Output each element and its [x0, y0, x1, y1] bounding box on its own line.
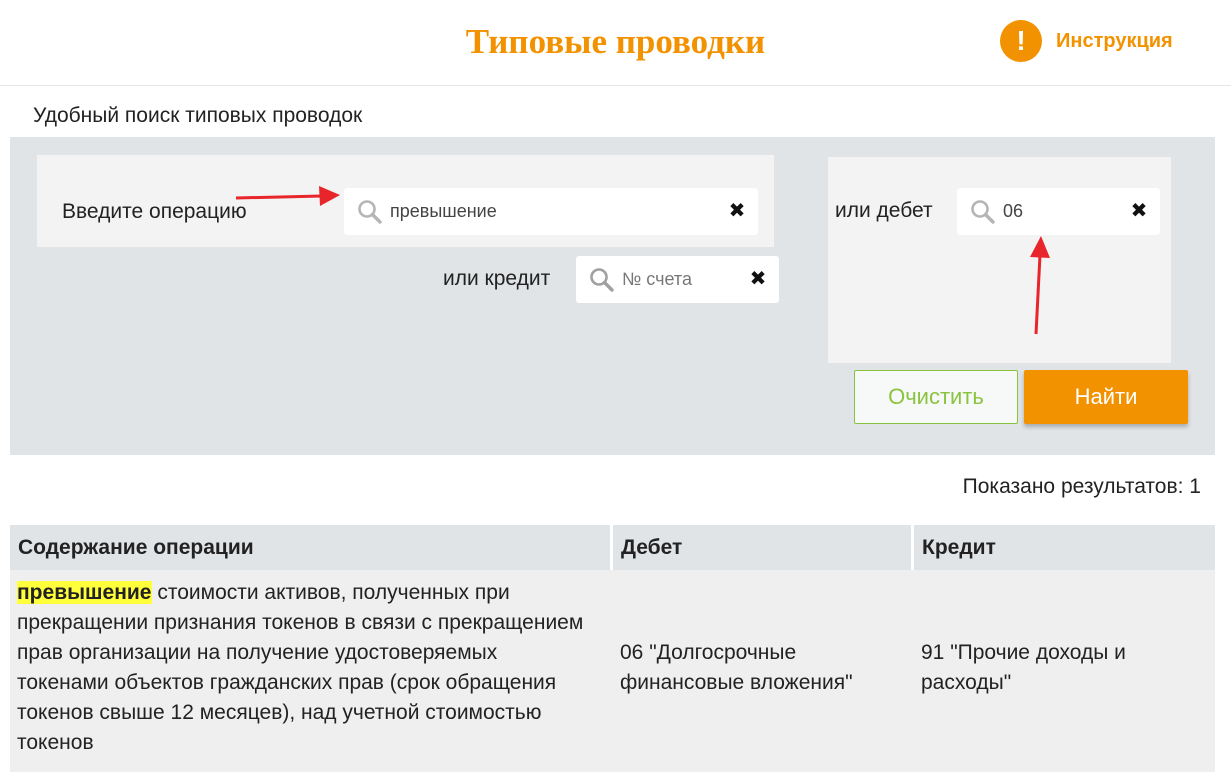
clear-icon[interactable]: ✖: [1130, 201, 1148, 221]
clear-icon[interactable]: ✖: [728, 201, 746, 221]
operation-label: Введите операцию: [62, 200, 247, 223]
instruction-link[interactable]: ! Инструкция: [1000, 20, 1173, 62]
credit-label: или кредит: [443, 267, 551, 290]
operation-input[interactable]: превышение ✖: [344, 188, 758, 235]
header-operation: Содержание операции: [10, 525, 610, 570]
page-header: Типовые проводки ! Инструкция: [0, 0, 1231, 86]
cell-operation: превышение стоимости активов, полученных…: [17, 578, 592, 758]
table-header: Содержание операции Дебет Кредит: [10, 525, 1215, 570]
debit-input-value: 06: [1003, 201, 1024, 221]
search-highlight: превышение: [17, 581, 152, 604]
search-icon: [971, 200, 995, 224]
clear-button[interactable]: Очистить: [854, 370, 1018, 424]
header-debit: Дебет: [613, 525, 911, 570]
exclamation-icon: !: [1000, 20, 1042, 62]
clear-icon[interactable]: ✖: [749, 269, 767, 289]
search-panel: Введите операцию превышение ✖ или дебет …: [10, 137, 1215, 455]
table-row: превышение стоимости активов, полученных…: [10, 570, 1215, 772]
cell-credit: 91 "Прочие доходы и расходы": [921, 641, 1126, 694]
credit-input-placeholder: № счета: [622, 269, 692, 289]
debit-label: или дебет: [835, 199, 933, 222]
search-subtitle: Удобный поиск типовых проводок: [33, 104, 363, 127]
results-count: Показано результатов: 1: [962, 475, 1201, 498]
instruction-label: Инструкция: [1056, 29, 1173, 52]
operation-input-value: превышение: [390, 201, 497, 221]
search-icon: [358, 200, 382, 224]
operation-text: стоимости активов, полученных при прекра…: [17, 581, 584, 754]
find-button[interactable]: Найти: [1024, 370, 1188, 424]
cell-debit: 06 "Долгосрочные финансовые вложения": [620, 641, 853, 694]
search-icon: [590, 268, 614, 292]
header-credit: Кредит: [914, 525, 1215, 570]
debit-input[interactable]: 06 ✖: [957, 188, 1160, 235]
credit-input[interactable]: № счета ✖: [576, 256, 779, 303]
